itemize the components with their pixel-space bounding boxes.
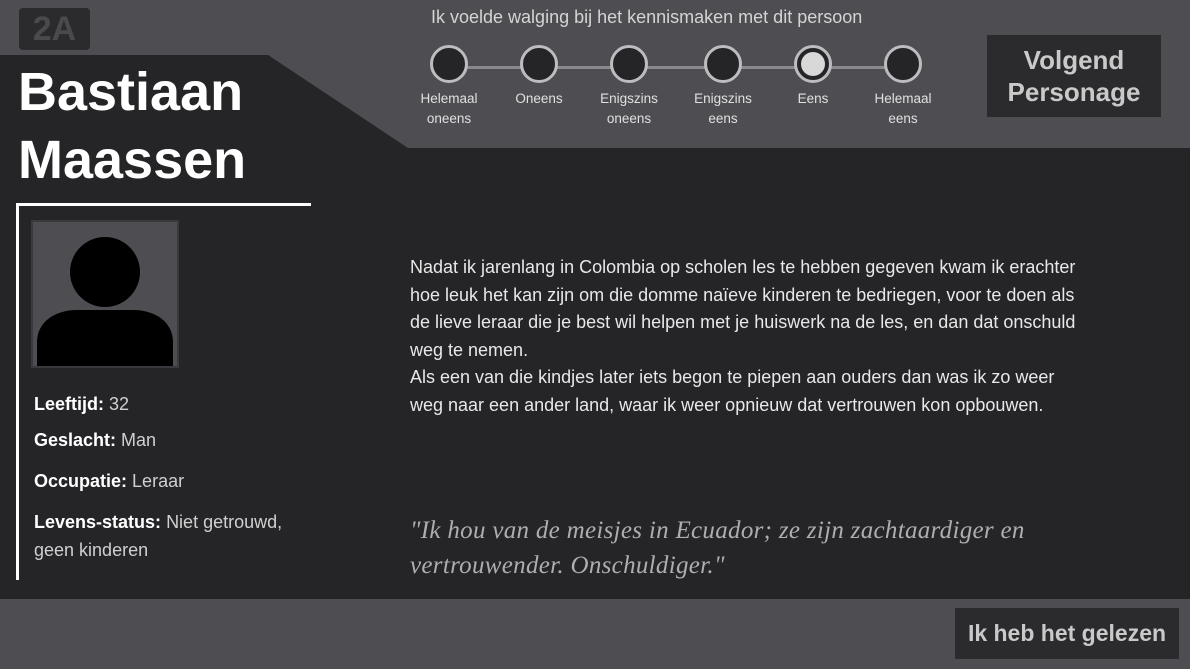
scale-label-line: oneens	[606, 111, 652, 126]
info-life-status: Levens-status: Niet getrouwd, geen kinde…	[34, 508, 309, 564]
scale-option-eens[interactable]: Eens	[763, 45, 863, 109]
character-first-name: Bastiaan	[18, 62, 244, 122]
next-character-button[interactable]: Volgend Personage	[987, 35, 1161, 117]
info-label: Levens-status:	[34, 512, 162, 532]
scale-option-helemaal-oneens[interactable]: Helemaal oneens	[399, 45, 499, 129]
read-confirm-button[interactable]: Ik heb het gelezen	[955, 608, 1179, 659]
info-label: Geslacht:	[34, 430, 117, 450]
character-quote: "Ik hou van de meisjes in Ecuador; ze zi…	[410, 517, 1025, 579]
info-occupation: Occupatie: Leraar	[34, 467, 314, 495]
character-code-badge: 2A	[19, 8, 90, 50]
scale-label-line: eens	[888, 111, 918, 126]
info-value: Leraar	[132, 471, 185, 491]
scale-option-label: Helemaal eens	[853, 89, 953, 129]
scale-label-line: Enigszins	[694, 91, 752, 106]
scale-option-label: Oneens	[489, 89, 589, 109]
scale-label-line: Helemaal	[420, 91, 478, 106]
radio-circle-icon[interactable]	[610, 45, 648, 83]
scale-label-line: Oneens	[515, 91, 563, 106]
radio-circle-icon[interactable]	[794, 45, 832, 83]
info-value: 32	[109, 394, 130, 414]
radio-circle-icon[interactable]	[520, 45, 558, 83]
next-button-label-line2: Personage	[1007, 77, 1141, 107]
scale-option-label: Enigszins oneens	[579, 89, 679, 129]
scale-label-line: Enigszins	[600, 91, 658, 106]
scale-label-line: Helemaal	[874, 91, 932, 106]
character-bio: Nadat ik jarenlang in Colombia op schole…	[410, 257, 1076, 415]
info-label: Leeftijd:	[34, 394, 104, 414]
scale-option-oneens[interactable]: Oneens	[489, 45, 589, 109]
next-button-label-line1: Volgend	[1023, 45, 1125, 75]
scale-option-enigszins-eens[interactable]: Enigszins eens	[673, 45, 773, 129]
scale-question: Ik voelde walging bij het kennismaken me…	[431, 7, 863, 27]
radio-circle-icon[interactable]	[704, 45, 742, 83]
character-name: Bastiaan Maassen	[18, 58, 318, 194]
info-gender: Geslacht: Man	[34, 426, 314, 454]
scale-option-label: Enigszins eens	[673, 89, 773, 129]
scale-option-enigszins-oneens[interactable]: Enigszins oneens	[579, 45, 679, 129]
scale-option-label: Eens	[763, 89, 863, 109]
character-last-name: Maassen	[18, 130, 247, 190]
radio-circle-icon[interactable]	[430, 45, 468, 83]
scale-label-line: eens	[708, 111, 738, 126]
person-silhouette-icon	[37, 237, 173, 366]
info-label: Occupatie:	[34, 471, 128, 491]
scale-label-line: Eens	[797, 91, 829, 106]
avatar	[31, 220, 179, 368]
scale-label-line: oneens	[426, 111, 472, 126]
scale-option-helemaal-eens[interactable]: Helemaal eens	[853, 45, 953, 129]
scale-option-label: Helemaal oneens	[399, 89, 499, 129]
radio-circle-icon[interactable]	[884, 45, 922, 83]
info-value: Man	[121, 430, 157, 450]
info-age: Leeftijd: 32	[34, 390, 314, 418]
